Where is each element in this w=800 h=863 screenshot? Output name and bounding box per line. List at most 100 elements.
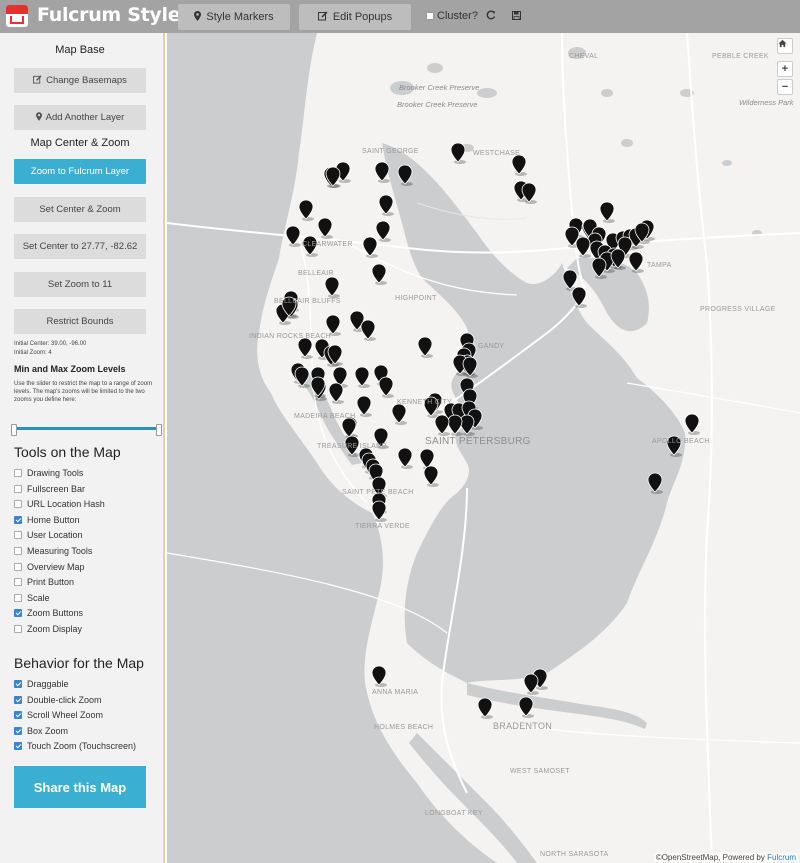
slider-max-handle[interactable] bbox=[156, 424, 162, 436]
map-marker-icon[interactable] bbox=[374, 161, 390, 183]
zoom-in-button[interactable]: + bbox=[777, 61, 793, 77]
behavior-option-touch-zoom-touchscreen[interactable]: Touch Zoom (Touchscreen) bbox=[14, 740, 136, 752]
tool-option-overview-map[interactable]: Overview Map bbox=[14, 561, 85, 573]
map-marker-icon bbox=[194, 10, 202, 24]
restrict-bounds-button[interactable]: Restrict Bounds bbox=[14, 309, 146, 334]
behavior-option-box-zoom[interactable]: Box Zoom bbox=[14, 725, 68, 737]
map-marker-icon[interactable] bbox=[684, 413, 700, 435]
map-marker-icon[interactable] bbox=[523, 673, 539, 695]
checkbox[interactable] bbox=[14, 484, 22, 493]
save-icon[interactable] bbox=[512, 9, 521, 23]
tool-option-drawing-tools[interactable]: Drawing Tools bbox=[14, 467, 83, 479]
map-marker-icon[interactable] bbox=[362, 236, 378, 258]
map-marker-icon[interactable] bbox=[371, 665, 387, 687]
map-marker-icon[interactable] bbox=[297, 337, 313, 359]
map-marker-icon[interactable] bbox=[375, 220, 391, 242]
behavior-title: Behavior for the Map bbox=[14, 655, 144, 671]
map-label: WESTCHASE bbox=[473, 150, 521, 157]
map-marker-icon[interactable] bbox=[371, 263, 387, 285]
checkbox[interactable] bbox=[14, 695, 22, 704]
zoom-to-layer-button[interactable]: Zoom to Fulcrum Layer bbox=[14, 159, 146, 184]
checkbox[interactable] bbox=[14, 469, 22, 477]
edit-popups-button[interactable]: Edit Popups bbox=[299, 4, 411, 30]
cluster-toggle[interactable]: Cluster? bbox=[426, 10, 478, 22]
map-marker-icon[interactable] bbox=[511, 154, 527, 176]
zoom-levels-help: Use the slider to restrict the map to a … bbox=[14, 381, 153, 403]
checkbox[interactable] bbox=[14, 562, 22, 571]
set-center-zoom-button[interactable]: Set Center & Zoom bbox=[14, 197, 146, 222]
map-marker-icon[interactable] bbox=[518, 696, 534, 718]
map-label: PROGRESS VILLAGE bbox=[700, 306, 776, 313]
map-marker-icon[interactable] bbox=[317, 217, 333, 239]
behavior-option-scroll-wheel-zoom[interactable]: Scroll Wheel Zoom bbox=[14, 709, 103, 721]
cluster-checkbox[interactable] bbox=[426, 12, 434, 20]
tool-option-measuring-tools[interactable]: Measuring Tools bbox=[14, 545, 92, 557]
map-marker-icon[interactable] bbox=[324, 276, 340, 298]
refresh-icon[interactable] bbox=[486, 9, 496, 23]
tool-option-user-location[interactable]: User Location bbox=[14, 529, 83, 541]
map-marker-icon[interactable] bbox=[447, 414, 463, 436]
map-marker-icon[interactable] bbox=[423, 465, 439, 487]
map-marker-icon[interactable] bbox=[378, 376, 394, 398]
app-title: Fulcrum Styler bbox=[37, 4, 190, 26]
map-marker-icon[interactable] bbox=[477, 697, 493, 719]
map-marker-icon[interactable] bbox=[356, 395, 372, 417]
tool-option-scale[interactable]: Scale bbox=[14, 592, 50, 604]
checkbox[interactable] bbox=[14, 609, 22, 618]
map-marker-icon[interactable] bbox=[434, 414, 450, 436]
map-basemap bbox=[167, 33, 800, 863]
tool-option-url-location-hash[interactable]: URL Location Hash bbox=[14, 498, 105, 510]
share-map-button[interactable]: Share this Map bbox=[14, 766, 146, 808]
checkbox-label: URL Location Hash bbox=[27, 499, 105, 510]
attribution-osm[interactable]: ©OpenStreetMap, Powered by bbox=[656, 853, 765, 862]
change-basemaps-button[interactable]: Change Basemaps bbox=[14, 68, 146, 93]
attribution-fulcrum-link[interactable]: Fulcrum bbox=[767, 853, 796, 862]
checkbox[interactable] bbox=[14, 711, 22, 720]
zoom-out-button[interactable]: − bbox=[777, 79, 793, 95]
checkbox-label: Box Zoom bbox=[27, 725, 69, 736]
map-marker-icon[interactable] bbox=[378, 194, 394, 216]
map-label: INDIAN ROCKS BEACH bbox=[249, 333, 332, 340]
set-zoom-to-button[interactable]: Set Zoom to 11 bbox=[14, 272, 146, 297]
map-marker-icon[interactable] bbox=[397, 447, 413, 469]
zoom-range-slider[interactable] bbox=[11, 424, 162, 436]
initial-center-text: Initial Center: 39.00, -96.00 bbox=[14, 341, 87, 347]
tool-option-zoom-display[interactable]: Zoom Display bbox=[14, 623, 82, 635]
checkbox-label: Measuring Tools bbox=[27, 546, 93, 556]
set-center-to-button[interactable]: Set Center to 27.77, -82.62 bbox=[14, 234, 146, 259]
checkbox[interactable] bbox=[14, 726, 22, 735]
add-layer-button[interactable]: Add Another Layer bbox=[14, 105, 146, 130]
map-marker-icon[interactable] bbox=[417, 336, 433, 358]
checkbox[interactable] bbox=[14, 500, 22, 509]
checkbox[interactable] bbox=[14, 515, 22, 524]
behavior-option-draggable[interactable]: Draggable bbox=[14, 678, 69, 690]
map-view[interactable]: Brooker Creek Preserve Brooker Creek Pre… bbox=[167, 33, 800, 863]
map-marker-icon[interactable] bbox=[294, 366, 310, 388]
map-marker-icon[interactable] bbox=[360, 319, 376, 341]
map-marker-icon[interactable] bbox=[599, 201, 615, 223]
tool-option-print-button[interactable]: Print Button bbox=[14, 576, 74, 588]
tool-option-fullscreen-bar[interactable]: Fullscreen Bar bbox=[14, 483, 85, 495]
edit-icon bbox=[317, 10, 328, 24]
map-marker-icon[interactable] bbox=[328, 382, 344, 404]
map-marker-icon[interactable] bbox=[298, 199, 314, 221]
map-marker-icon[interactable] bbox=[285, 225, 301, 247]
tool-option-home-button[interactable]: Home Button bbox=[14, 514, 80, 526]
map-marker-icon[interactable] bbox=[575, 236, 591, 258]
checkbox[interactable] bbox=[14, 578, 22, 587]
map-marker-icon[interactable] bbox=[354, 366, 370, 388]
tool-option-zoom-buttons[interactable]: Zoom Buttons bbox=[14, 607, 83, 619]
map-marker-icon[interactable] bbox=[450, 142, 466, 164]
checkbox[interactable] bbox=[14, 625, 22, 633]
slider-min-handle[interactable] bbox=[11, 424, 17, 436]
home-button[interactable] bbox=[777, 38, 793, 54]
checkbox[interactable] bbox=[14, 593, 22, 602]
map-marker-icon[interactable] bbox=[391, 403, 407, 425]
checkbox[interactable] bbox=[14, 680, 22, 688]
checkbox[interactable] bbox=[14, 531, 22, 540]
map-label: HIGHPOINT bbox=[395, 295, 437, 302]
behavior-option-double-click-zoom[interactable]: Double-click Zoom bbox=[14, 694, 102, 706]
style-markers-button[interactable]: Style Markers bbox=[178, 4, 290, 30]
checkbox[interactable] bbox=[14, 742, 22, 751]
checkbox[interactable] bbox=[14, 547, 22, 555]
